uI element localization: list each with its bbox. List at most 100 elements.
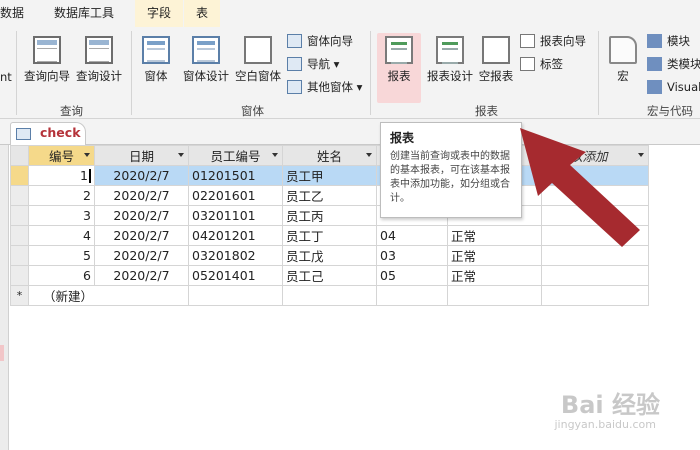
- column-header-date[interactable]: 日期: [94, 145, 189, 166]
- module-button[interactable]: 模块: [647, 31, 690, 51]
- report-wizard-button[interactable]: 报表向导: [520, 31, 586, 51]
- tab-check-label: check: [40, 125, 81, 140]
- cell-status[interactable]: 正常: [447, 225, 542, 246]
- row-selector[interactable]: [10, 245, 29, 266]
- cell-add[interactable]: [541, 205, 649, 226]
- column-header-label: 姓名: [316, 149, 342, 164]
- cell-date[interactable]: 2020/2/7: [94, 185, 189, 206]
- cell-name[interactable]: 员工己: [282, 265, 377, 286]
- row-selector[interactable]: [10, 205, 29, 226]
- navigation-pane-collapsed[interactable]: [0, 145, 9, 450]
- cell-name[interactable]: [282, 285, 377, 306]
- table-row[interactable]: 6 2020/2/7 05201401 员工己 05 正常: [10, 265, 649, 286]
- cell-emp-no[interactable]: 03201802: [188, 245, 283, 266]
- cell-date[interactable]: 2020/2/7: [94, 265, 189, 286]
- query-design-icon: [85, 36, 113, 64]
- blank-form-label: 空白窗体: [235, 69, 281, 83]
- cell-emp-no[interactable]: 03201101: [188, 205, 283, 226]
- row-selector[interactable]: [10, 185, 29, 206]
- cell-id[interactable]: 5: [28, 245, 95, 266]
- column-header-add[interactable]: 单击以添加: [541, 145, 649, 166]
- table-row[interactable]: 4 2020/2/7 04201201 员工丁 04 正常: [10, 225, 649, 246]
- row-selector[interactable]: [10, 265, 29, 286]
- report-icon: [385, 36, 413, 64]
- column-header-label: 编号: [48, 149, 74, 164]
- new-record-row[interactable]: * （新建）: [10, 285, 649, 306]
- form-button[interactable]: 窗体: [134, 33, 178, 97]
- cell-name[interactable]: 员工乙: [282, 185, 377, 206]
- cell-status[interactable]: 正常: [447, 245, 542, 266]
- query-design-button[interactable]: 查询设计: [73, 33, 125, 97]
- cell-add[interactable]: [541, 285, 649, 306]
- cell-name[interactable]: 员工丁: [282, 225, 377, 246]
- cell-emp-no[interactable]: 05201401: [188, 265, 283, 286]
- class-module-button[interactable]: 类模块: [647, 54, 700, 74]
- cell-id[interactable]: 3: [28, 205, 95, 226]
- cell-name[interactable]: 员工丙: [282, 205, 377, 226]
- tooltip-title: 报表: [390, 131, 415, 145]
- cell-emp-no[interactable]: 04201201: [188, 225, 283, 246]
- new-record-marker: *: [10, 285, 29, 306]
- cell-dept[interactable]: [376, 285, 448, 306]
- chevron-down-icon[interactable]: [272, 153, 278, 157]
- ribbon-tab-database-tools[interactable]: 数据库工具: [54, 0, 114, 27]
- ribbon-tab-fields[interactable]: 字段: [135, 0, 184, 27]
- cell-id[interactable]: 4: [28, 225, 95, 246]
- column-header-emp-no[interactable]: 员工编号: [188, 145, 283, 166]
- chevron-down-icon[interactable]: [178, 153, 184, 157]
- cell-value: 1: [80, 167, 88, 183]
- blank-form-button[interactable]: 空白窗体: [232, 33, 284, 97]
- table-row[interactable]: 3 2020/2/7 03201101 员工丙: [10, 205, 649, 226]
- cell-date[interactable]: 2020/2/7: [94, 225, 189, 246]
- cell-id[interactable]: 2: [28, 185, 95, 206]
- cell-id[interactable]: 6: [28, 265, 95, 286]
- report-design-button[interactable]: 报表设计: [424, 33, 476, 97]
- cell-emp-no[interactable]: 02201601: [188, 185, 283, 206]
- table-row[interactable]: 1 2020/2/7 01201501 员工甲: [10, 165, 649, 186]
- macro-button[interactable]: 宏: [604, 33, 642, 97]
- cell-dept[interactable]: 04: [376, 225, 448, 246]
- cell-add[interactable]: [541, 245, 649, 266]
- cell-emp-no[interactable]: 01201501: [188, 165, 283, 186]
- form-icon: [142, 36, 170, 64]
- cell-date[interactable]: 2020/2/7: [94, 245, 189, 266]
- column-header-name[interactable]: 姓名: [282, 145, 377, 166]
- tab-check[interactable]: check: [10, 122, 86, 145]
- navigation-dropdown[interactable]: 导航 ▾: [287, 54, 339, 74]
- form-wizard-button[interactable]: 窗体向导: [287, 31, 353, 51]
- cell-add[interactable]: [541, 265, 649, 286]
- cell-add[interactable]: [541, 185, 649, 206]
- new-record-label[interactable]: （新建）: [28, 285, 189, 306]
- cell-id[interactable]: 1: [28, 165, 95, 186]
- query-wizard-button[interactable]: 查询向导: [21, 33, 73, 97]
- cell-date[interactable]: 2020/2/7: [94, 165, 189, 186]
- select-all-corner[interactable]: [10, 145, 29, 166]
- ribbon-tab-data[interactable]: 数据: [0, 0, 24, 27]
- table-row[interactable]: 5 2020/2/7 03201802 员工戊 03 正常: [10, 245, 649, 266]
- column-header-id[interactable]: 编号: [28, 145, 95, 166]
- cell-add[interactable]: [541, 225, 649, 246]
- cell-dept[interactable]: 03: [376, 245, 448, 266]
- chevron-down-icon[interactable]: [84, 153, 90, 157]
- report-wizard-icon: [520, 34, 535, 48]
- visual-basic-button[interactable]: Visual: [647, 77, 700, 97]
- cell-emp-no[interactable]: [188, 285, 283, 306]
- chevron-down-icon[interactable]: [366, 153, 372, 157]
- cell-add[interactable]: [541, 165, 649, 186]
- table-row[interactable]: 2 2020/2/7 02201601 员工乙: [10, 185, 649, 206]
- cell-dept[interactable]: 05: [376, 265, 448, 286]
- cell-status[interactable]: 正常: [447, 265, 542, 286]
- blank-report-button[interactable]: 空报表: [475, 33, 517, 97]
- header-row: 编号 日期 员工编号 姓名 单击以添加: [10, 145, 649, 166]
- row-selector[interactable]: [10, 165, 29, 186]
- cell-name[interactable]: 员工戊: [282, 245, 377, 266]
- labels-button[interactable]: 标签: [520, 54, 563, 74]
- cell-date[interactable]: 2020/2/7: [94, 205, 189, 226]
- chevron-down-icon[interactable]: [638, 153, 644, 157]
- cell-name[interactable]: 员工甲: [282, 165, 377, 186]
- ribbon-tab-table[interactable]: 表: [184, 0, 221, 27]
- row-selector[interactable]: [10, 225, 29, 246]
- more-forms-dropdown[interactable]: 其他窗体 ▾: [287, 77, 362, 97]
- form-design-button[interactable]: 窗体设计: [180, 33, 232, 97]
- cell-status[interactable]: [447, 285, 542, 306]
